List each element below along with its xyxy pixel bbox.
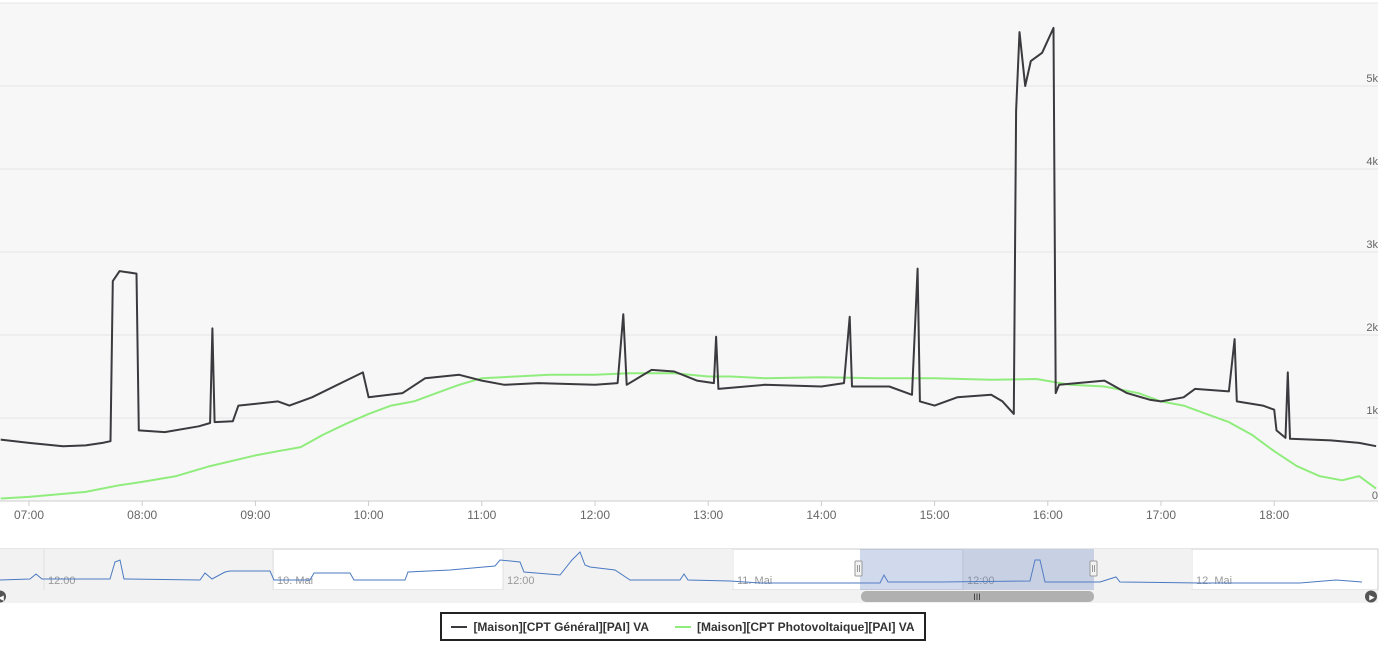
navigator-right-handle[interactable]: [1089, 560, 1098, 577]
navigator-label: 12:00: [507, 575, 535, 587]
legend-swatch-general: [451, 625, 468, 628]
x-tick-label: 14:00: [806, 508, 836, 522]
scrollbar[interactable]: III ◀ ▶: [0, 590, 1378, 603]
x-tick-label: 16:00: [1033, 508, 1063, 522]
navigator-selected-range[interactable]: [860, 549, 1094, 590]
x-tick-label: 15:00: [920, 508, 950, 522]
navigator-left-handle[interactable]: [854, 560, 863, 577]
chart-legend: [Maison][CPT Général][PAI] VA [Maison][C…: [440, 612, 926, 641]
chart-svg: 0 1k 2k 3k 4k 5k 6k 07:00 08:00 09:00 10:00 11:00 1…: [0, 0, 1379, 603]
y-tick-label: 0: [1372, 490, 1378, 502]
legend-swatch-photovoltaique: [675, 625, 692, 628]
chevron-left-icon: ◀: [0, 595, 4, 602]
y-tick-label: 5k: [1366, 73, 1378, 85]
x-tick-label: 13:00: [693, 508, 723, 522]
legend-item-photovoltaique[interactable]: [Maison][CPT Photovoltaique][PAI] VA: [675, 620, 915, 634]
chevron-right-icon: ▶: [1369, 595, 1375, 602]
legend-label-photovoltaique: [Maison][CPT Photovoltaique][PAI] VA: [697, 619, 915, 634]
navigator-label: 11. Mai: [737, 575, 772, 587]
x-tick-label: 18:00: [1259, 508, 1289, 522]
navigator-label: 12. Mai: [1196, 575, 1232, 587]
y-tick-label: 1k: [1366, 405, 1378, 417]
x-tick-label: 07:00: [14, 508, 44, 522]
navigator-label: 12:00: [48, 575, 76, 587]
x-axis-ticks: [28, 501, 1275, 506]
y-tick-label: 6k: [1366, 0, 1378, 2]
chart-container: 0 1k 2k 3k 4k 5k 6k 07:00 08:00 09:00 10:00 11:00 1…: [0, 0, 1393, 663]
navigator-band: [0, 549, 274, 590]
x-tick-label: 11:00: [467, 508, 496, 522]
y-tick-label: 2k: [1366, 322, 1378, 334]
y-tick-label: 3k: [1366, 239, 1378, 251]
x-tick-label: 17:00: [1146, 508, 1176, 522]
navigator-band: [503, 549, 732, 590]
x-axis-labels: 07:00 08:00 09:00 10:00 11:00 12:00 13:00 14:00…: [14, 508, 1290, 522]
legend-label-general: [Maison][CPT Général][PAI] VA: [473, 619, 650, 634]
y-tick-label: 4k: [1366, 156, 1378, 168]
x-tick-label: 08:00: [127, 508, 157, 522]
navigator-label: 10. Mai: [277, 575, 313, 587]
scrollbar-grip-icon: III: [973, 592, 981, 602]
x-tick-label: 12:00: [580, 508, 610, 522]
legend-item-general[interactable]: [Maison][CPT Général][PAI] VA: [451, 620, 649, 634]
navigator[interactable]: 12:00 10. Mai 12:00 11. Mai 12:00 12. Mai: [0, 548, 1379, 591]
x-tick-label: 09:00: [240, 508, 270, 522]
scrollbar-track[interactable]: [0, 590, 1378, 603]
x-tick-label: 10:00: [354, 508, 384, 522]
